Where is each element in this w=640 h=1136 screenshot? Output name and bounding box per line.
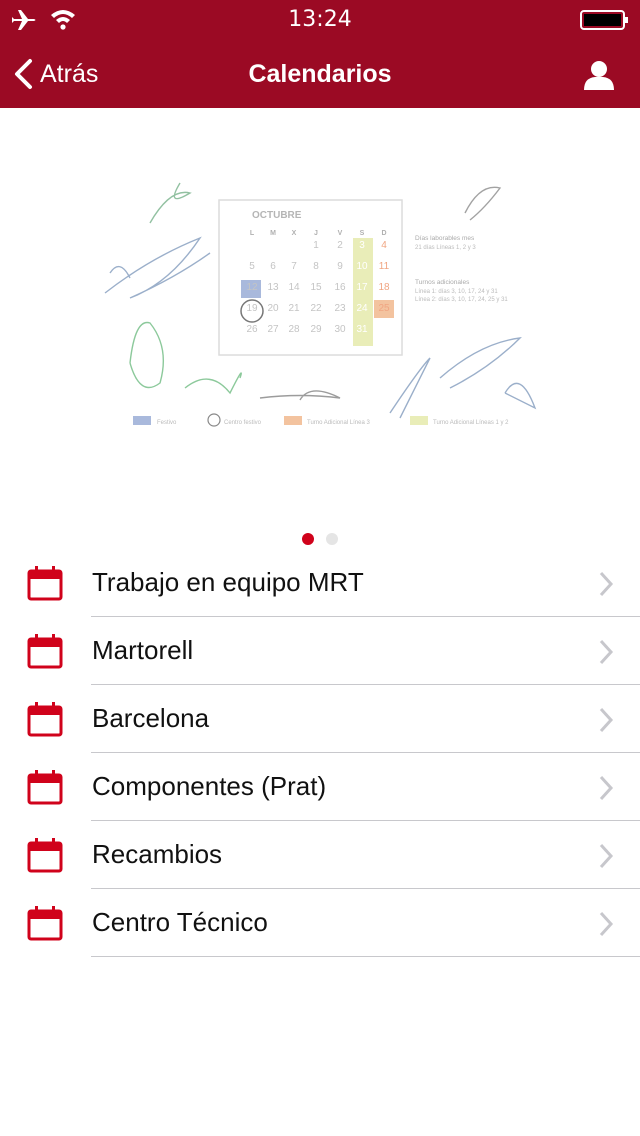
legend-linea-3: Turno Adicional Línea 3 bbox=[307, 420, 370, 426]
calendar-day: 21 bbox=[288, 303, 300, 314]
calendar-day: 24 bbox=[356, 303, 368, 314]
calendar-icon bbox=[27, 770, 63, 805]
list-item-trabajo-en-equipo-mrt[interactable]: Trabajo en equipo MRT bbox=[0, 549, 640, 617]
page-dot[interactable] bbox=[326, 533, 338, 545]
battery-icon bbox=[580, 10, 628, 30]
page-indicator[interactable] bbox=[0, 532, 640, 548]
calendar-day: 28 bbox=[288, 324, 300, 335]
calendar-day: 17 bbox=[356, 282, 368, 293]
chevron-right-icon bbox=[599, 707, 614, 733]
hero-side-line2: Línea 1: días 3, 10, 17, 24 y 31 bbox=[415, 289, 498, 295]
calendar-day: 20 bbox=[267, 303, 279, 314]
page-title: Calendarios bbox=[248, 60, 392, 88]
chevron-right-icon bbox=[599, 639, 614, 665]
status-time: 13:24 bbox=[288, 7, 352, 32]
calendar-day: 9 bbox=[337, 261, 343, 272]
calendar-day: 27 bbox=[267, 324, 279, 335]
calendar-banner-image: OCTUBRE LMXJVSD 1 2 3 4 5 6 7 8 9 10 11 12 13 14 15 16 1… bbox=[0, 108, 640, 528]
calendar-day: 19 bbox=[246, 303, 258, 314]
weekday-label: J bbox=[314, 230, 318, 237]
calendar-day: 12 bbox=[246, 282, 258, 293]
status-bar: 13:24 bbox=[0, 0, 640, 40]
nav-header: Atrás Calendarios bbox=[0, 40, 640, 108]
calendar-day: 22 bbox=[310, 303, 322, 314]
calendar-illustration: OCTUBRE LMXJVSD 1 2 3 45 6 7 8 9 10 1112 13 14 15 16 1… bbox=[104, 182, 537, 427]
calendar-day: 11 bbox=[379, 261, 390, 272]
weekday-label: L bbox=[250, 230, 255, 237]
weekday-label: D bbox=[381, 230, 386, 237]
calendar-icon bbox=[27, 906, 63, 941]
calendar-day: 13 bbox=[267, 282, 279, 293]
calendar-day: 31 bbox=[356, 324, 368, 335]
calendar-day: 29 bbox=[310, 324, 322, 335]
weekday-label: M bbox=[270, 230, 276, 237]
chevron-right-icon bbox=[599, 911, 614, 937]
calendar-day: 14 bbox=[288, 282, 300, 293]
calendar-day: 23 bbox=[334, 303, 346, 314]
legend-festivo: Festivo bbox=[157, 420, 177, 426]
list-item-label: Trabajo en equipo MRT bbox=[92, 567, 364, 597]
user-icon[interactable] bbox=[582, 58, 616, 92]
page-dot-active[interactable] bbox=[302, 533, 314, 545]
list-item-label: Martorell bbox=[92, 635, 194, 665]
calendar-icon bbox=[27, 702, 63, 737]
list-item-componentes-prat[interactable]: Componentes (Prat) bbox=[0, 753, 640, 821]
calendar-day: 7 bbox=[291, 261, 297, 272]
weekday-label: V bbox=[338, 230, 343, 237]
calendar-day: 25 bbox=[378, 303, 390, 314]
weekday-label: S bbox=[360, 230, 365, 237]
list-item-centro-tecnico[interactable]: Centro Técnico bbox=[0, 889, 640, 957]
list-item-martorell[interactable]: Martorell bbox=[0, 617, 640, 685]
calendar-day: 10 bbox=[356, 261, 368, 272]
calendar-day: 2 bbox=[337, 240, 343, 251]
hero-side-title2: Turnos adicionales bbox=[415, 279, 470, 286]
hero-side-line: 21 días Líneas 1, 2 y 3 bbox=[415, 245, 476, 251]
list-item-label: Componentes (Prat) bbox=[92, 771, 327, 801]
calendar-icon bbox=[27, 566, 63, 601]
chevron-right-icon bbox=[599, 843, 614, 869]
hero-side-line3: Línea 2: días 3, 10, 17, 24, 25 y 31 bbox=[415, 297, 508, 303]
hero-month: OCTUBRE bbox=[252, 210, 302, 221]
calendar-day: 5 bbox=[249, 261, 255, 272]
calendar-day: 1 bbox=[313, 240, 319, 251]
calendar-day: 16 bbox=[334, 282, 346, 293]
hero-side-title: Días laborables mes bbox=[415, 235, 475, 242]
calendar-day: 4 bbox=[381, 240, 387, 251]
list-item-label: Barcelona bbox=[92, 703, 210, 733]
calendar-day: 8 bbox=[313, 261, 319, 272]
chevron-right-icon bbox=[599, 775, 614, 801]
calendar-icon bbox=[27, 838, 63, 873]
calendar-day: 15 bbox=[310, 282, 322, 293]
calendar-day: 3 bbox=[359, 240, 365, 251]
calendar-list: Trabajo en equipo MRT Martorell Barcelon… bbox=[0, 549, 640, 957]
chevron-right-icon bbox=[599, 571, 614, 597]
calendar-day: 30 bbox=[334, 324, 346, 335]
navigation-bar: 13:24 Atrás Calendarios bbox=[0, 0, 640, 108]
calendar-day: 6 bbox=[270, 261, 276, 272]
calendar-icon bbox=[27, 634, 63, 669]
legend-centro-festivo: Centro festivo bbox=[224, 420, 262, 426]
list-item-label: Centro Técnico bbox=[92, 907, 268, 937]
divider bbox=[91, 956, 640, 957]
weekday-label: X bbox=[292, 230, 297, 237]
legend-lineas-1-2: Turno Adicional Líneas 1 y 2 bbox=[433, 420, 509, 426]
list-item-label: Recambios bbox=[92, 839, 223, 869]
list-item-recambios[interactable]: Recambios bbox=[0, 821, 640, 889]
calendar-day: 26 bbox=[246, 324, 258, 335]
calendar-day: 18 bbox=[378, 282, 390, 293]
list-item-barcelona[interactable]: Barcelona bbox=[0, 685, 640, 753]
